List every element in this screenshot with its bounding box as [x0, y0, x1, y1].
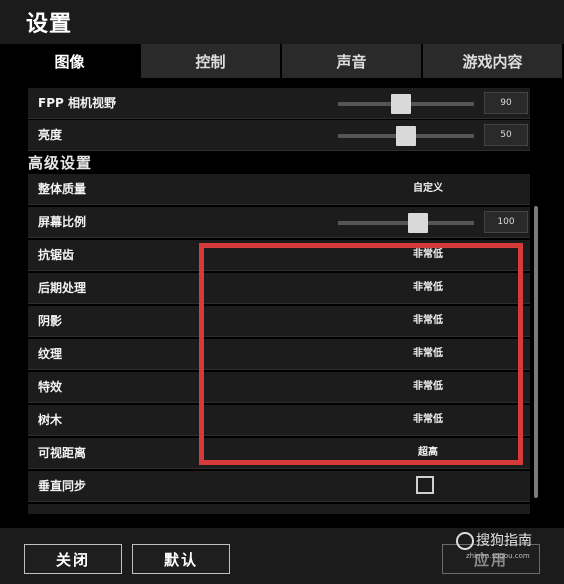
setting-value[interactable]: 非常低	[328, 240, 528, 270]
watermark-logo: 搜狗指南	[456, 530, 556, 550]
watermark-url: zhinan.sogou.com	[466, 552, 530, 560]
setting-row-partial	[28, 504, 530, 514]
setting-label: 树木	[38, 413, 63, 427]
setting-row-screen-scale: 屏幕比例 100	[28, 207, 530, 238]
slider-thumb[interactable]	[391, 94, 412, 114]
setting-label: 阴影	[38, 314, 63, 328]
fov-slider[interactable]	[338, 94, 474, 114]
brightness-value-box[interactable]: 50	[484, 124, 528, 146]
setting-label: 纹理	[38, 347, 63, 361]
slider-thumb[interactable]	[396, 126, 416, 146]
slider-thumb[interactable]	[407, 213, 428, 233]
setting-label: 特效	[38, 380, 63, 394]
sogou-logo-icon	[456, 532, 474, 550]
setting-label: 可视距离	[38, 446, 87, 460]
tab-gameplay[interactable]: 游戏内容	[423, 44, 564, 78]
window-title: 设置	[26, 12, 73, 37]
setting-row-fov: FPP 相机视野 90	[28, 88, 530, 119]
setting-value[interactable]: 非常低	[328, 273, 528, 303]
scrollbar[interactable]	[534, 206, 538, 498]
settings-list: FPP 相机视野 90 亮度 50 高级设置 整体质量 自定义 屏幕比例 100…	[22, 84, 542, 514]
tab-sound[interactable]: 声音	[282, 44, 423, 78]
setting-label: 亮度	[38, 128, 63, 142]
advanced-settings-heading: 高级设置	[28, 154, 93, 172]
setting-value[interactable]: 非常低	[328, 306, 528, 336]
setting-value[interactable]: 非常低	[328, 339, 528, 369]
vsync-checkbox[interactable]	[416, 476, 434, 494]
setting-value[interactable]: 超高	[328, 438, 528, 468]
setting-row-overall-quality[interactable]: 整体质量 自定义	[28, 174, 530, 205]
tab-controls[interactable]: 控制	[141, 44, 282, 78]
brightness-slider[interactable]	[338, 126, 474, 146]
screen-scale-value-box[interactable]: 100	[484, 211, 528, 233]
setting-row-shadows[interactable]: 阴影 非常低	[28, 306, 530, 337]
setting-row-vsync: 垂直同步	[28, 471, 530, 502]
setting-row-anti-aliasing[interactable]: 抗锯齿 非常低	[28, 240, 530, 271]
setting-row-brightness: 亮度 50	[28, 120, 530, 151]
setting-label: 后期处理	[38, 281, 87, 295]
setting-label: 整体质量	[38, 182, 87, 196]
setting-value[interactable]: 自定义	[328, 174, 528, 204]
screen-scale-slider[interactable]	[338, 213, 474, 233]
setting-label: 屏幕比例	[38, 215, 87, 229]
tab-bar: 图像 控制 声音 游戏内容	[0, 44, 564, 78]
tab-graphics[interactable]: 图像	[0, 44, 141, 78]
default-button[interactable]: 默认	[132, 544, 230, 574]
title-bar: 设置	[0, 0, 564, 44]
setting-value[interactable]: 非常低	[328, 372, 528, 402]
setting-row-foliage[interactable]: 树木 非常低	[28, 405, 530, 436]
setting-row-effects[interactable]: 特效 非常低	[28, 372, 530, 403]
setting-row-post-processing[interactable]: 后期处理 非常低	[28, 273, 530, 304]
watermark-text: 搜狗指南	[476, 533, 532, 549]
setting-label: FPP 相机视野	[38, 96, 116, 110]
close-button[interactable]: 关闭	[24, 544, 122, 574]
setting-label: 垂直同步	[38, 479, 87, 493]
setting-row-textures[interactable]: 纹理 非常低	[28, 339, 530, 370]
setting-row-view-distance[interactable]: 可视距离 超高	[28, 438, 530, 469]
setting-value[interactable]: 非常低	[328, 405, 528, 435]
fov-value-box[interactable]: 90	[484, 92, 528, 114]
setting-label: 抗锯齿	[38, 248, 75, 262]
